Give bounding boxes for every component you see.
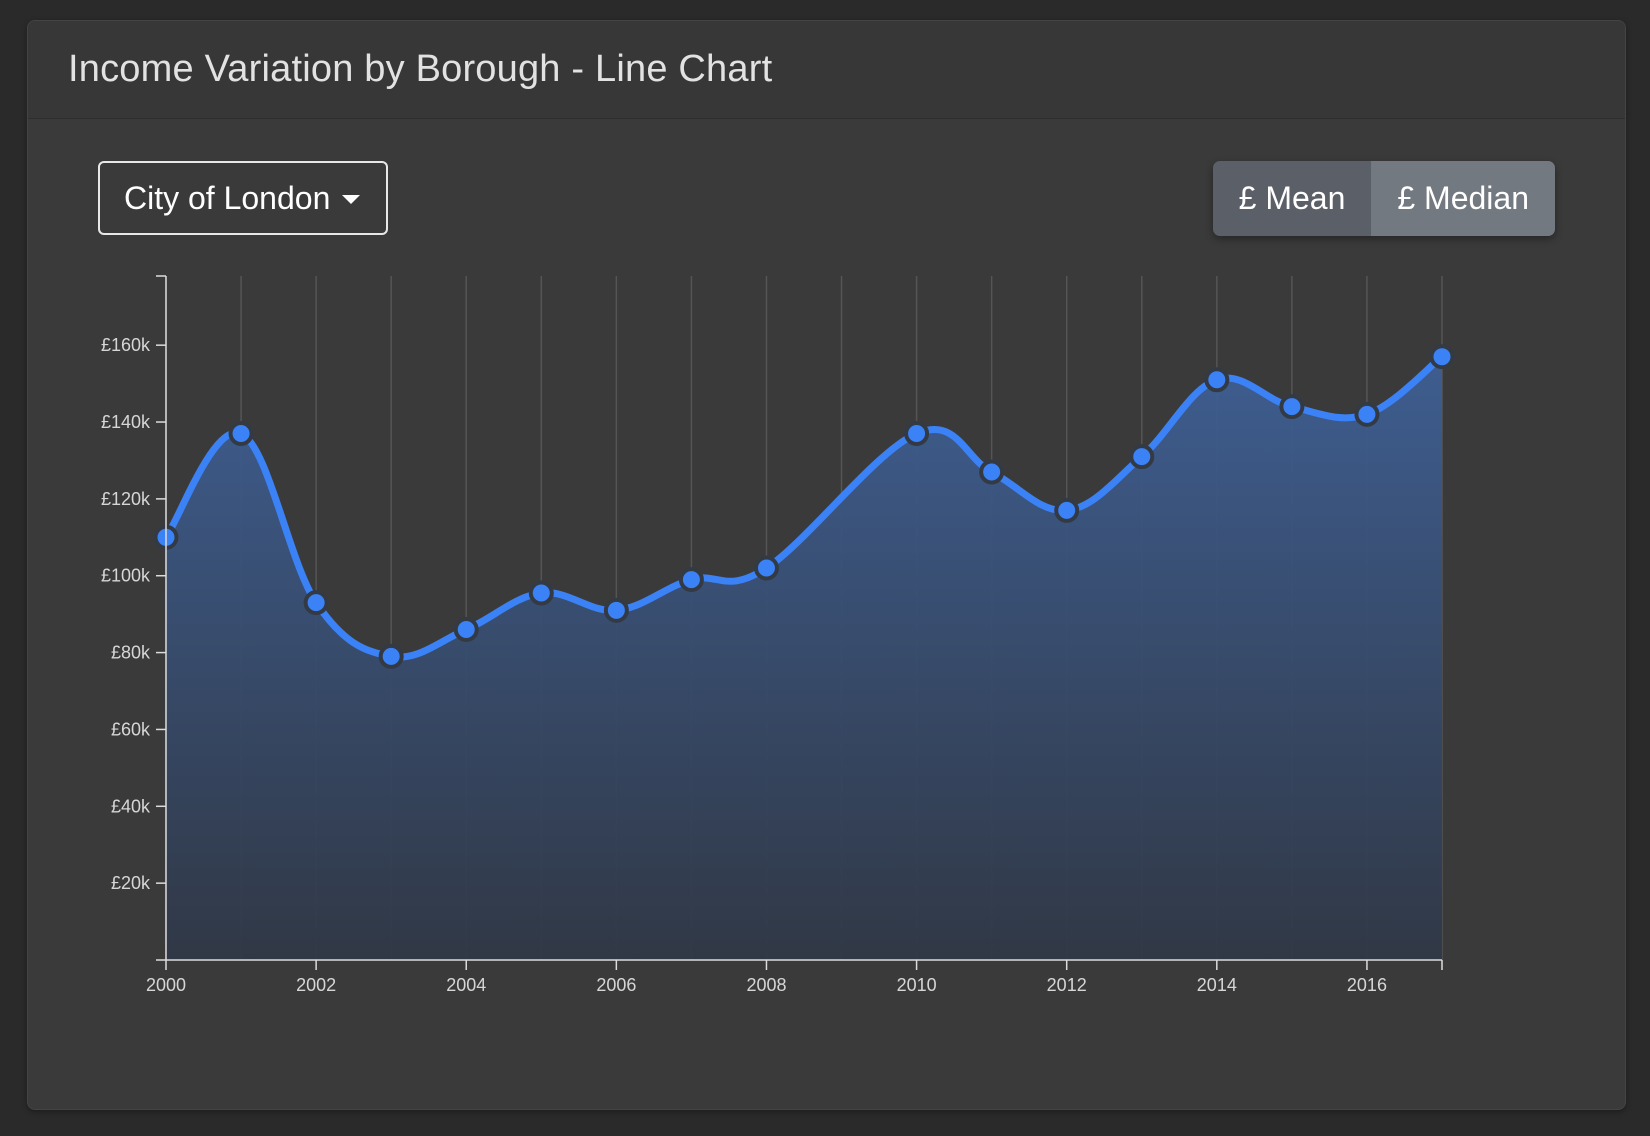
data-point — [228, 421, 254, 447]
y-tick-label: £80k — [111, 643, 151, 663]
y-tick-label: £40k — [111, 796, 151, 816]
data-point — [753, 555, 779, 581]
data-point — [678, 567, 704, 593]
x-tick-label: 2004 — [446, 975, 486, 995]
x-tick-label: 2008 — [746, 975, 786, 995]
data-point — [904, 421, 930, 447]
y-tick-label: £20k — [111, 873, 151, 893]
data-point — [1129, 444, 1155, 470]
data-point — [303, 590, 329, 616]
x-tick-label: 2016 — [1347, 975, 1387, 995]
data-point — [528, 580, 554, 606]
data-point — [1429, 344, 1455, 370]
x-tick-label: 2000 — [146, 975, 186, 995]
series-area — [166, 356, 1442, 960]
x-tick-label: 2014 — [1197, 975, 1237, 995]
x-tick-label: 2012 — [1047, 975, 1087, 995]
x-tick-label: 2006 — [596, 975, 636, 995]
x-tick-label: 2010 — [897, 975, 937, 995]
data-point — [603, 597, 629, 623]
y-tick-label: £160k — [101, 335, 151, 355]
x-tick-label: 2002 — [296, 975, 336, 995]
income-line-chart: £20k £40k £60k £80k £100k £120k £140k £160k 2000… — [101, 275, 1455, 995]
y-tick-label: £120k — [101, 489, 151, 509]
data-point — [378, 643, 404, 669]
y-tick-label: £100k — [101, 566, 151, 586]
data-point — [1354, 401, 1380, 427]
data-point — [453, 617, 479, 643]
data-point — [1279, 394, 1305, 420]
y-tick-label: £60k — [111, 719, 151, 739]
chart-card: Income Variation by Borough - Line Chart… — [27, 20, 1626, 1110]
data-point — [979, 459, 1005, 485]
y-tick-label: £140k — [101, 412, 151, 432]
data-point — [1054, 497, 1080, 523]
data-point — [1204, 367, 1230, 393]
